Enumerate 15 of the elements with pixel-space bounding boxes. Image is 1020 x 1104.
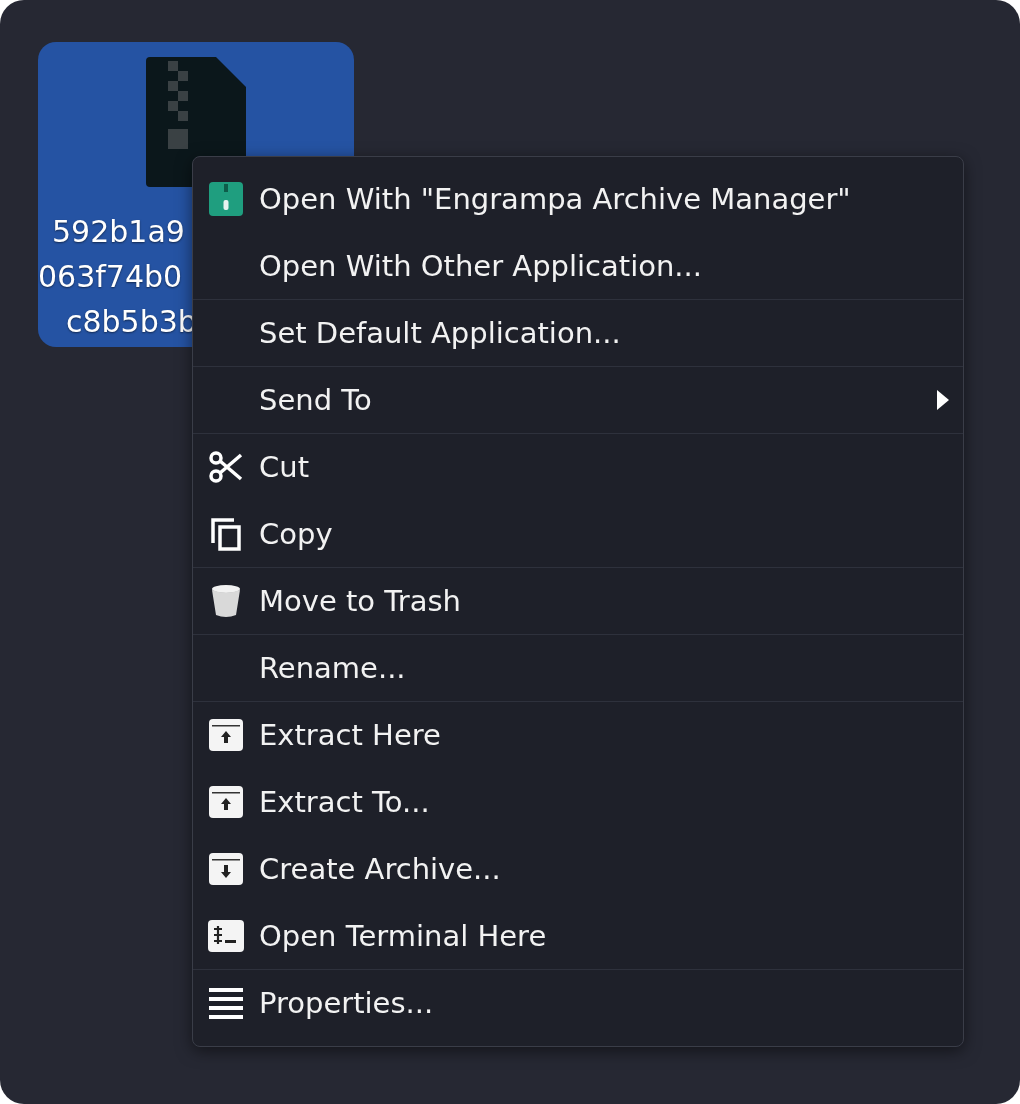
menu-item-label: Create Archive... — [259, 852, 502, 886]
menu-item-label: Cut — [259, 450, 310, 484]
menu-item-label: Extract To... — [259, 785, 431, 819]
menu-item-label: Set Default Application... — [259, 316, 622, 350]
menu-item-label: Open Terminal Here — [259, 919, 548, 953]
menu-item-label: Open With "Engrampa Archive Manager" — [259, 182, 852, 216]
menu-item-label: Move to Trash — [259, 584, 462, 618]
menu-item-label: Send To — [259, 383, 373, 417]
menu-item-label: Copy — [259, 517, 334, 551]
file-name: 592b1a9 — [52, 213, 185, 251]
file-name: 063f74b0 — [38, 258, 183, 296]
menu-item-label: Rename... — [259, 651, 407, 685]
menu-item-label: Properties... — [259, 986, 435, 1020]
menu-item-label: Extract Here — [259, 718, 442, 752]
menu-item-label: Open With Other Application... — [259, 249, 703, 283]
